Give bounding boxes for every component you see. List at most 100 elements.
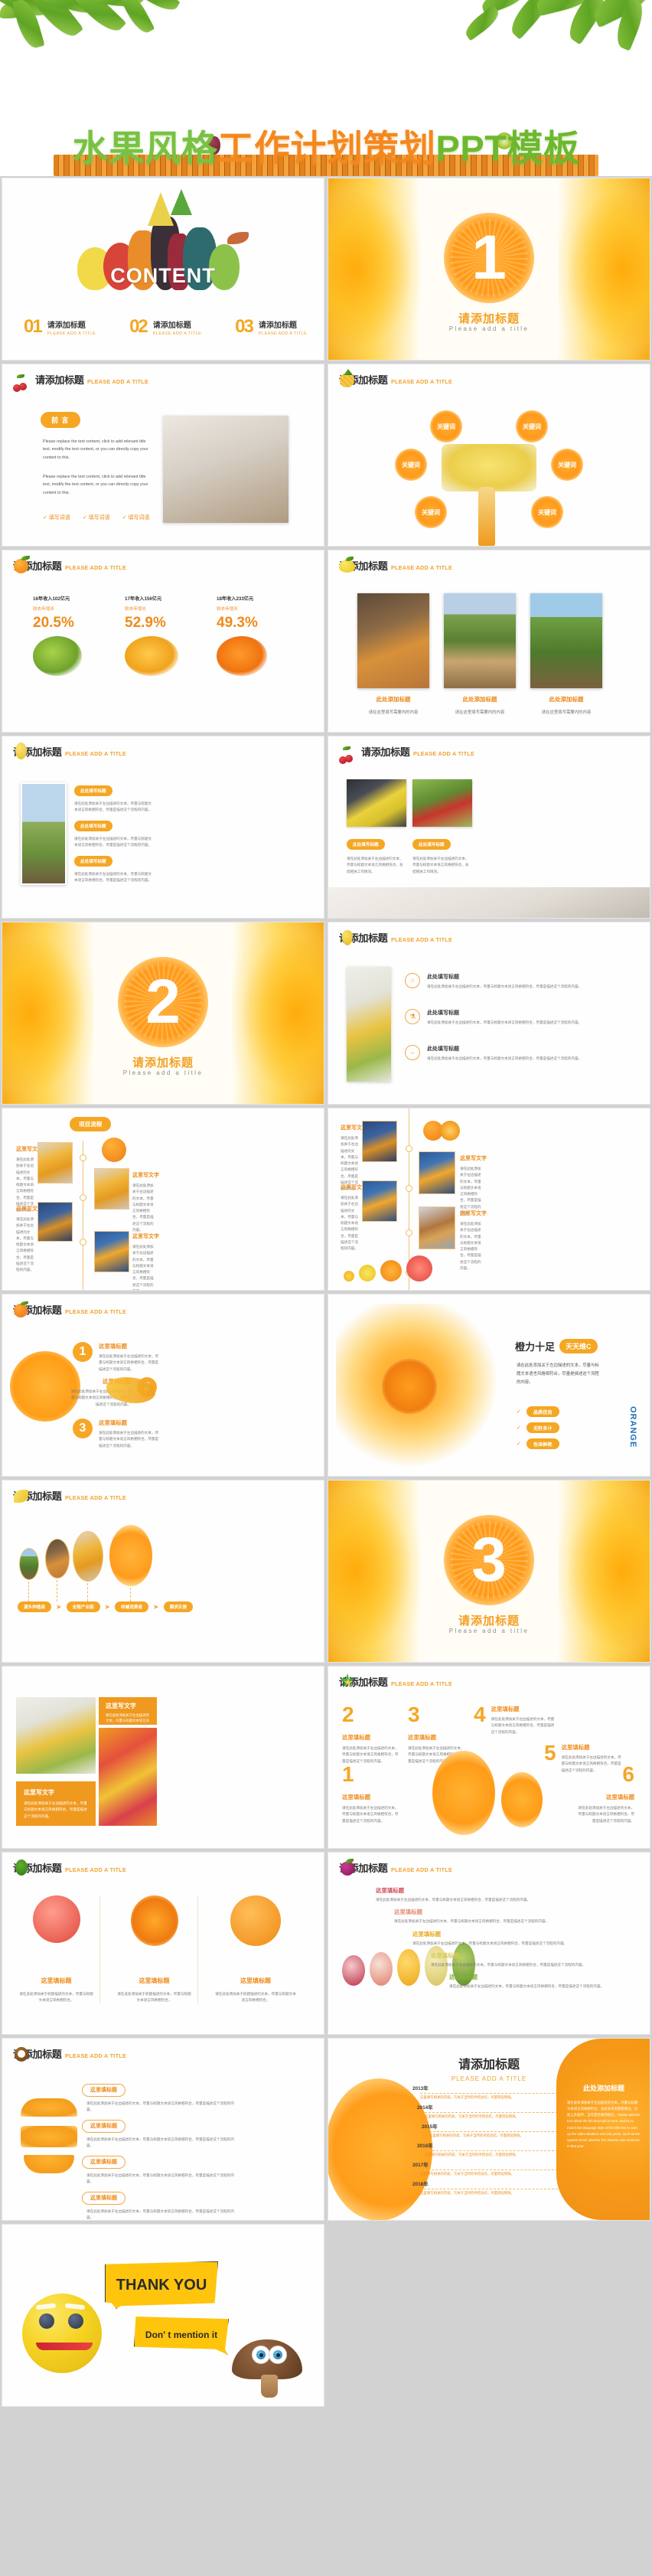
chain-step-2[interactable]: 全程产业链 xyxy=(66,1601,100,1612)
bottom-photo-strip xyxy=(328,887,650,918)
fruit-card-2[interactable]: 这里填标题 请在此处添加关于标题描述的文本，尽量与标题文本语言风格相符合。 xyxy=(117,1895,198,2004)
content-item-title: 请添加标题 xyxy=(258,321,297,330)
slide-three-photos[interactable]: 请添加标题 PLEASE ADD A TITLE 此处添加标题 请在这里填写需要… xyxy=(328,550,650,732)
chain-photo-1 xyxy=(19,1548,39,1580)
numgrid-item-5[interactable]: 1 这里填标题 请在此处添加关于左边描述的文本，尽量与标题文本语言风格相符合，尽… xyxy=(342,1763,402,1824)
year-desc: 这里填写相关的内容，写关于当时的举措总结，尽量简短明快。 xyxy=(425,2153,519,2156)
slide-process-timeline[interactable]: 项目流程 这里写文字 请在此处添加关于左边描述的文本，尽量与标题文本语言风格相符… xyxy=(2,1108,324,1290)
year-row-5: 2017年 这里填写相关的内容，写关于当时的举措总结，尽量简短明快。 xyxy=(412,2161,566,2176)
chain-photo-3 xyxy=(73,1531,103,1582)
check-icon: ✓ xyxy=(517,1441,521,1447)
slide-preface[interactable]: 请添加标题 PLEASE ADD A TITLE 前 言 Please repl… xyxy=(2,364,324,546)
slide-photo-blocks[interactable]: 这里写文字 请在此处添加关于左边描述的文本，尽量与标题文本语言风格相符合，尽量是… xyxy=(2,1667,324,1848)
keyword-circle-6[interactable]: 关键词 xyxy=(531,496,563,528)
staircase-item-1[interactable]: 这里填标题 请在此处添加关于左边描述的文本，尽量与标题文本语言风格相符合，尽量是… xyxy=(376,1886,633,1903)
slide-thank-you[interactable]: THANK YOU Don' t mention it xyxy=(2,2225,324,2406)
slide-keywords[interactable]: 请添加标题 PLEASE ADD A TITLE 关键词 关键词 关键词 关键词… xyxy=(328,364,650,546)
two-photo-item-1[interactable]: 此处填写标题 请在此处添加关于左边描述的文本，尽量与标题文本语言风格相符合，总结… xyxy=(347,779,406,875)
photo xyxy=(347,779,406,827)
fruit-card-3[interactable]: 这里填标题 请在此处添加关于标题描述的文本，尽量与标题文本语言风格相符合。 xyxy=(215,1895,296,2004)
numgrid-item-3[interactable]: 4 这里填标题 请在此处添加关于左边描述的文本，尽量与标题文本语言风格相符合，尽… xyxy=(474,1704,557,1735)
slide-revenue-stats[interactable]: 请添加标题 PLEASE ADD A TITLE 16年收入102亿元 较去年增… xyxy=(2,550,324,732)
fruit-card-1[interactable]: 这里填标题 请在此处添加关于标题描述的文本，尽量与标题文本语言风格相符合。 xyxy=(19,1895,100,2004)
process-item-3[interactable]: 这里写文字 请在此处添加关于左边描述的文本，尽量与标题文本语言风格相符合，尽量是… xyxy=(132,1171,178,1233)
photo-card-3[interactable]: 此处添加标题 请在这里填写需要内的内容 xyxy=(530,593,602,715)
content-item-title: 请添加标题 xyxy=(47,321,86,330)
orange-icon xyxy=(14,556,30,573)
slide-numbers-grid[interactable]: 请添加标题 PLEASE ADD A TITLE 2 这里填标题 请在此处添加关… xyxy=(328,1667,650,1848)
juice-splash-photo xyxy=(336,1304,497,1466)
slide-three-steps[interactable]: 请添加标题 PLEASE ADD A TITLE 此处填写标题 请在此处添加关于… xyxy=(2,736,324,918)
keyword-circle-3[interactable]: 关键词 xyxy=(395,449,427,481)
slide-numbered-123[interactable]: 请添加标题 PLEASE ADD A TITLE 1 这里填标题 请在此处添加关… xyxy=(2,1295,324,1476)
slide-orange-stack[interactable]: 请添加标题 PLEASE ADD A TITLE 这里填标题 请在此处添加关于左… xyxy=(2,2039,324,2220)
slide-orange-promo[interactable]: 橙力十足 天天维C 请在此处添加关于左边描述的文本，尽量与标题文本语言风格相符合… xyxy=(328,1295,650,1476)
icon-item-desc: 请在此处添加关于左边描述的文本，尽量与标题文本语言风格相符合，尽量是描述这个流程… xyxy=(427,984,582,988)
chain-step-1[interactable]: 源头种植商 xyxy=(18,1601,51,1612)
numgrid-item-1[interactable]: 2 这里填标题 请在此处添加关于左边描述的文本，尽量与标题文本语言风格相符合，尽… xyxy=(342,1703,402,1765)
leaf-decoration-icon xyxy=(0,0,652,70)
process2-item-2[interactable]: 这里写文字 请在此处添加关于左边描述的文本，尽量与标题文本语言风格相符合，尽量是… xyxy=(341,1184,367,1252)
eyebrow-left xyxy=(35,2303,57,2310)
stack-item-2[interactable]: 这里填标题 请在此处添加关于左边描述的文本，尽量与标题文本语言风格相符合，尽量是… xyxy=(82,2117,305,2149)
process-item-4[interactable]: 这里写文字 请在此处添加关于左边描述的文本，尽量与标题文本语言风格相符合，尽量是… xyxy=(132,1232,178,1290)
chain-step-3[interactable]: 终端消费者 xyxy=(115,1601,149,1612)
icon-item-title: 此处填写标题 xyxy=(427,1010,459,1016)
slide-section-divider-3[interactable]: 3 请添加标题 Please add a title xyxy=(328,1481,650,1662)
photo-block-caption-1[interactable]: 这里写文字 请在此处添加关于左边描述的文本，尽量与标题文本语言风格相符合，尽量是… xyxy=(16,1781,96,1826)
numbered-item-3[interactable]: 3 这里填标题 请在此处添加关于左边描述的文本，尽量与标题文本语言风格相符合，尽… xyxy=(73,1419,160,1449)
slide-section-divider-2[interactable]: 2 请添加标题 Please add a title xyxy=(2,922,324,1104)
stack-item-3[interactable]: 这里填标题 请在此处添加关于左边描述的文本，尽量与标题文本语言风格相符合，尽量是… xyxy=(82,2153,305,2185)
process2-item-4[interactable]: 这里写文字 请在此处添加关于左边描述的文本，尽量与标题文本语言风格相符合，尽量是… xyxy=(460,1210,504,1272)
two-photo-item-2[interactable]: 此处填写标题 请在此处添加关于左边描述的文本，尽量与标题文本语言风格相符合，总结… xyxy=(412,779,472,875)
slide-process-timeline-2[interactable]: 这里写文字 请在此处添加关于左边描述的文本，尽量与标题文本语言风格相符合，尽量是… xyxy=(328,1108,650,1290)
process2-item-3[interactable]: 这里写文字 请在此处添加关于左边描述的文本，尽量与标题文本语言风格相符合，尽量是… xyxy=(460,1154,504,1216)
keyword-circle-4[interactable]: 关键词 xyxy=(551,449,583,481)
step-item-2[interactable]: 此处填写标题 请在此处添加关于左边描述的文本，尽量与标题文本语言风格相符合，尽量… xyxy=(74,818,154,849)
numbered-item-1[interactable]: 1 这里填标题 请在此处添加关于左边描述的文本，尽量与标题文本语言风格相符合，尽… xyxy=(73,1342,160,1373)
slide-content[interactable]: CONTENT 01 请添加标题 PLEASE ADD A TITLE 02 请… xyxy=(2,178,324,360)
process-item-1[interactable]: 这里写文字 请在此处添加关于左边描述的文本，尽量与标题文本语言风格相符合，尽量是… xyxy=(16,1145,43,1213)
slide-two-photos[interactable]: 请添加标题 PLEASE ADD A TITLE 此处填写标题 请在此处添加关于… xyxy=(328,736,650,918)
step-title: 此处填写标题 xyxy=(74,856,112,867)
process2-item-1[interactable]: 这里写文字 请在此处添加关于左边描述的文本，尽量与标题文本语言风格相符合，尽量是… xyxy=(341,1124,367,1192)
staircase-item-4[interactable]: 这里填标题 请在此处添加关于左边描述的文本，尽量与标题文本语言风格相符合，尽量是… xyxy=(376,1951,633,1968)
content-item-1[interactable]: 01 请添加标题 PLEASE ADD A TITLE xyxy=(24,316,96,338)
stack-item-4[interactable]: 这里填标题 请在此处添加关于左边描述的文本，尽量与标题文本语言风格相符合，尽量是… xyxy=(82,2189,305,2220)
slide-years-timeline[interactable]: 请添加标题 PLEASE ADD A TITLE 2013年 这里填写相关的内容… xyxy=(328,2039,650,2220)
stack-item-1[interactable]: 这里填标题 请在此处添加关于左边描述的文本，尽量与标题文本语言风格相符合，尽量是… xyxy=(82,2081,305,2113)
icon-list-item-3[interactable]: ⌣ 此处填写标题 请在此处添加关于左边描述的文本，尽量与标题文本语言风格相符合，… xyxy=(405,1045,629,1062)
slide-section-divider-1[interactable]: 1 请添加标题 Please add a title xyxy=(328,178,650,360)
content-item-2[interactable]: 02 请添加标题 PLEASE ADD A TITLE xyxy=(129,316,201,338)
year-row-6: 2018年 这里填写相关的内容，写关于当时的举措总结，尽量简短明快。 xyxy=(412,2180,566,2196)
slide-icon-list[interactable]: 请添加标题 PLEASE ADD A TITLE ☝ 此处填写标题 请在此处添加… xyxy=(328,922,650,1104)
staircase-item-3[interactable]: 这里填标题 请在此处添加关于左边描述的文本，尽量与标题文本语言风格相符合，尽量是… xyxy=(376,1930,633,1947)
process-item-2[interactable]: 这里写文字 请在此处添加关于左边描述的文本，尽量与标题文本语言风格相符合，尽量是… xyxy=(16,1205,43,1273)
icon-list-item-1[interactable]: ☝ 此处填写标题 请在此处添加关于左边描述的文本，尽量与标题文本语言风格相符合，… xyxy=(405,973,629,990)
photo-card-1[interactable]: 此处添加标题 请在这里填写需要内的内容 xyxy=(357,593,429,715)
numgrid-item-6[interactable]: 6 这里填标题 请在此处添加关于左边描述的文本，尽量与标题文本语言风格相符合，尽… xyxy=(575,1763,634,1824)
slide-supply-chain[interactable]: 请添加标题 PLEASE ADD A TITLE 源头种植商 ➤ 全程产业链 ➤… xyxy=(2,1481,324,1662)
slide-subtitle: PLEASE ADD A TITLE xyxy=(86,378,149,385)
slide-staircase[interactable]: 请添加标题 PLEASE ADD A TITLE 这里填标题 请在此处添加关于左… xyxy=(328,1853,650,2034)
cherry-icon xyxy=(13,374,30,392)
process-photo xyxy=(419,1151,455,1194)
content-item-number: 03 xyxy=(235,316,254,337)
icon-list-item-2[interactable]: ⚗ 此处填写标题 请在此处添加关于左边描述的文本，尽量与标题文本语言风格相符合，… xyxy=(405,1009,629,1026)
keyword-circle-1[interactable]: 关键词 xyxy=(430,410,462,442)
photo-block-caption-2[interactable]: 这里写文字 请在此处添加关于左边描述的文本，尽量与标题文本语言风格相符合，尽量是… xyxy=(99,1697,157,1734)
step-item-3[interactable]: 此处填写标题 请在此处添加关于左边描述的文本，尽量与标题文本语言风格相符合，尽量… xyxy=(74,853,154,884)
staircase-item-5[interactable]: 这里填标题 请在此处添加关于左边描述的文本，尽量与标题文本语言风格相符合，尽量是… xyxy=(376,1973,633,1990)
slide-three-fruit-cards[interactable]: 请添加标题 PLEASE ADD A TITLE 这里填标题 请在此处添加关于标… xyxy=(2,1853,324,2034)
keyword-circle-5[interactable]: 关键词 xyxy=(415,496,447,528)
step-item-1[interactable]: 此处填写标题 请在此处添加关于左边描述的文本，尽量与标题文本语言风格相符合，尽量… xyxy=(74,782,154,814)
content-item-3[interactable]: 03 请添加标题 PLEASE ADD A TITLE xyxy=(235,316,307,338)
preface-check-2: ✓ 填写词语 xyxy=(82,515,110,521)
staircase-item-2[interactable]: 这里填标题 请在此处添加关于左边描述的文本，尽量与标题文本语言风格相符合，尽量是… xyxy=(376,1908,633,1925)
item-title: 这里填标题 xyxy=(394,1908,422,1916)
slide-subtitle: PLEASE ADD A TITLE xyxy=(64,1308,127,1315)
keyword-circle-2[interactable]: 关键词 xyxy=(516,410,548,442)
card-desc: 请在此处添加关于标题描述的文本，尽量与标题文本语言风格相符合。 xyxy=(215,1992,296,2003)
photo-card-2[interactable]: 此处添加标题 请在这里填写需要内的内容 xyxy=(444,593,516,715)
chain-step-4[interactable]: 需求反馈 xyxy=(163,1601,193,1612)
